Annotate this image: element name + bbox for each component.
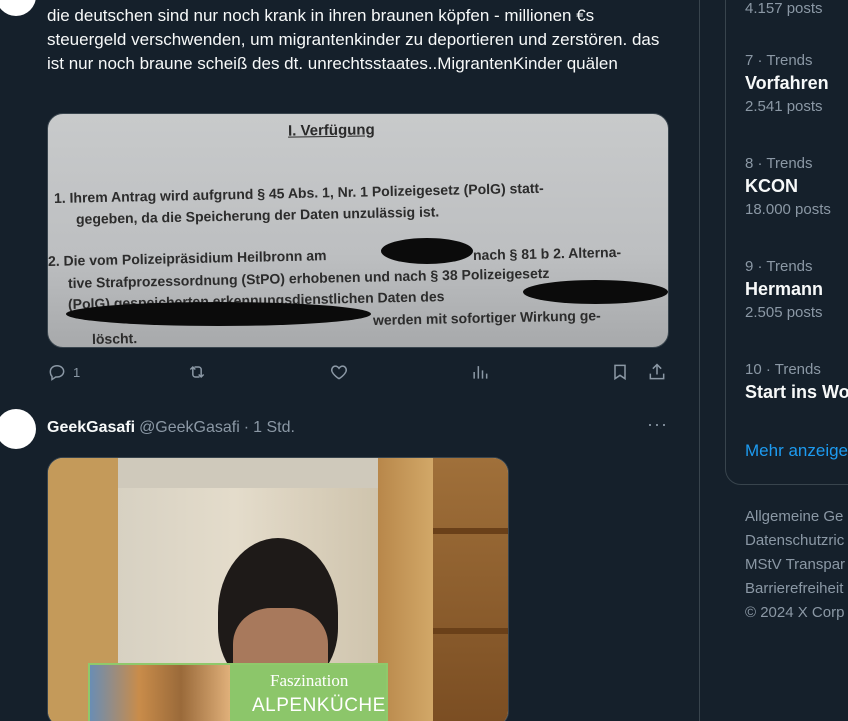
document-line: werden mit sofortiger Wirkung ge- [372, 307, 601, 328]
trend-meta: 7 · Trends [745, 52, 813, 69]
redaction-mark [523, 280, 668, 304]
trend-item[interactable]: 10 · Trends Start ins Wo [745, 361, 848, 403]
footer-copyright: © 2024 X Corp [745, 604, 845, 621]
repost-icon [189, 365, 205, 379]
repost-button[interactable] [187, 362, 207, 382]
share-button[interactable] [647, 362, 667, 382]
tweet-actions: 1 [47, 362, 669, 388]
footer-link[interactable]: Allgemeine Ge [745, 505, 845, 529]
avatar[interactable] [0, 409, 36, 449]
analytics-icon [473, 366, 488, 379]
reply-button[interactable]: 1 [47, 362, 80, 382]
trend-meta: 9 · Trends [745, 258, 813, 275]
trend-name: Start ins Wo [745, 382, 848, 402]
footer-links: Allgemeine Ge Datenschutzric MStV Transp… [745, 505, 845, 625]
trend-posts: 18.000 posts [745, 201, 831, 218]
trend-meta: 10 · Trends [745, 361, 821, 378]
like-button[interactable] [329, 362, 349, 382]
show-more-link[interactable]: Mehr anzeige [745, 441, 848, 461]
footer-link[interactable]: MStV Transpar [745, 553, 845, 577]
document-line: 1. Ihrem Antrag wird aufgrund § 45 Abs. … [53, 179, 544, 206]
trend-meta: 8 · Trends [745, 155, 813, 172]
trend-name: Hermann [745, 279, 824, 299]
reply-count: 1 [73, 364, 81, 380]
share-icon [649, 363, 665, 380]
tweet-author: GeekGasafi @GeekGasafi · 1 Std. ··· [47, 414, 669, 439]
author-name[interactable]: GeekGasafi [47, 419, 135, 437]
trend-name: Vorfahren [745, 73, 829, 93]
footer-link[interactable]: Datenschutzric [745, 529, 845, 553]
photo-shelf [433, 628, 508, 634]
tweet-image-document[interactable]: I. Verfügung 1. Ihrem Antrag wird aufgru… [47, 113, 669, 348]
book-title: Faszination [270, 671, 349, 690]
book-subtitle: ALPENKÜCHE [252, 695, 386, 716]
bookmark-button[interactable] [610, 362, 630, 382]
tweet-text: die deutschen sind nur noch krank in ihr… [47, 6, 660, 73]
document-line: gegeben, da die Speicherung der Daten un… [75, 203, 440, 227]
document-line: 2. Die vom Polizeipräsidium Heilbronn am [47, 247, 327, 269]
reply-icon [49, 364, 65, 381]
document-heading: I. Verfügung [287, 121, 375, 140]
trend-name: KCON [745, 176, 798, 196]
document-line: tive Strafprozessordnung (StPO) erhobene… [67, 264, 550, 291]
document-line: löscht. [91, 330, 138, 347]
redaction-mark [381, 238, 473, 264]
photo-shelf [433, 528, 508, 534]
trend-item[interactable]: 7 · Trends Vorfahren 2.541 posts [745, 52, 848, 115]
trend-item[interactable]: 9 · Trends Hermann 2.505 posts [745, 258, 848, 321]
timeline: die deutschen sind nur noch krank in ihr… [0, 0, 700, 721]
document-line: nach § 81 b 2. Alterna- [472, 243, 622, 263]
tweet-image-photo[interactable]: Faszination ALPENKÜCHE [47, 457, 509, 721]
photo-book: Faszination ALPENKÜCHE [88, 663, 388, 721]
heart-icon [331, 365, 347, 380]
trend-posts: 4.157 posts [745, 0, 823, 17]
separator: · [243, 419, 250, 436]
avatar[interactable] [0, 0, 36, 16]
book-cover-photos [90, 665, 230, 721]
trend-item[interactable]: 4.157 posts [745, 0, 848, 17]
more-options-button[interactable]: ··· [647, 414, 668, 437]
author-handle[interactable]: @GeekGasafi [139, 419, 240, 437]
footer-link[interactable]: Barrierefreiheit [745, 577, 845, 601]
trend-posts: 2.541 posts [745, 98, 823, 115]
photo-cabinet [433, 458, 508, 721]
trend-item[interactable]: 8 · Trends KCON 18.000 posts [745, 155, 848, 218]
more-icon: ··· [647, 414, 668, 434]
bookmark-icon [614, 364, 626, 381]
tweet-time[interactable]: 1 Std. [253, 419, 295, 437]
redaction-mark [66, 302, 371, 326]
right-sidebar: 4.157 posts 7 · Trends Vorfahren 2.541 p… [725, 0, 848, 721]
trend-posts: 2.505 posts [745, 304, 823, 321]
views-button[interactable] [470, 362, 490, 382]
